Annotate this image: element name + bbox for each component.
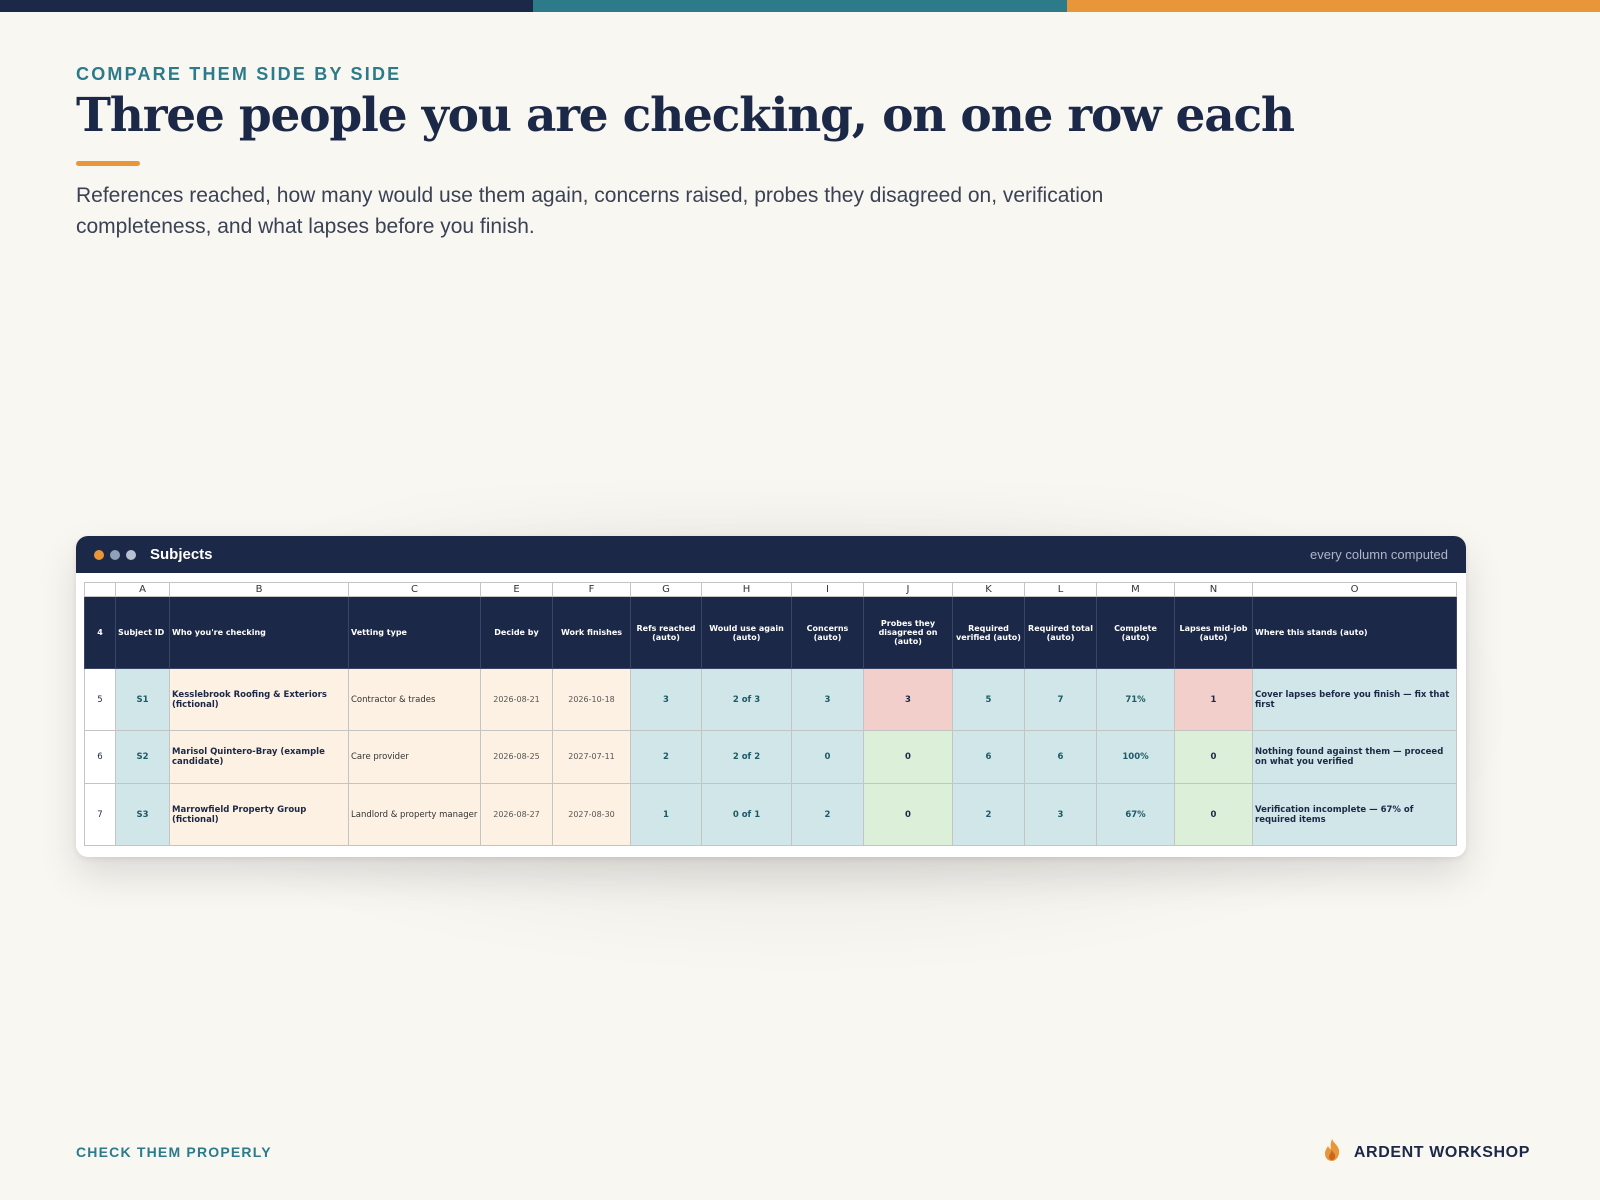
decide-by-cell[interactable]: 2026-08-27 <box>480 783 553 846</box>
complete-cell[interactable]: 100% <box>1096 730 1175 784</box>
header-cell[interactable]: Who you're checking <box>169 596 349 669</box>
column-letter[interactable]: L <box>1024 582 1097 597</box>
accent-bar <box>0 0 1600 12</box>
refs-reached-cell[interactable]: 1 <box>630 783 702 846</box>
probes-disagreed-cell[interactable]: 3 <box>863 668 953 731</box>
header-cell[interactable]: Vetting type <box>348 596 481 669</box>
refs-reached-cell[interactable]: 3 <box>630 668 702 731</box>
header-cell[interactable]: Refs reached (auto) <box>630 596 702 669</box>
window-titlebar: Subjects every column computed <box>76 536 1466 573</box>
header-cell[interactable]: Would use again (auto) <box>701 596 792 669</box>
brand-name: ARDENT WORKSHOP <box>1353 1143 1530 1161</box>
minimize-dot-icon[interactable] <box>110 549 120 560</box>
column-letter[interactable]: K <box>952 582 1025 597</box>
concerns-cell[interactable]: 0 <box>791 730 864 784</box>
column-letter[interactable]: M <box>1096 582 1175 597</box>
subject-name-cell[interactable]: Marisol Quintero-Bray (example candidate… <box>169 730 349 784</box>
header-cell[interactable]: Decide by <box>480 596 553 669</box>
column-letter[interactable]: N <box>1174 582 1253 597</box>
spreadsheet-window: Subjects every column computed A B C E F… <box>76 536 1466 857</box>
table-row: 6 S2 Marisol Quintero-Bray (example cand… <box>84 730 1457 784</box>
header-cell[interactable]: Where this stands (auto) <box>1252 596 1457 669</box>
column-letter[interactable]: A <box>115 582 170 597</box>
subject-id-cell[interactable]: S2 <box>115 730 170 784</box>
window-controls <box>94 549 136 560</box>
concerns-cell[interactable]: 2 <box>791 783 864 846</box>
refs-reached-cell[interactable]: 2 <box>630 730 702 784</box>
decide-by-cell[interactable]: 2026-08-21 <box>480 668 553 731</box>
column-letter[interactable]: C <box>348 582 481 597</box>
header-cell[interactable]: Work finishes <box>552 596 631 669</box>
header-cell[interactable]: Subject ID <box>115 596 170 669</box>
column-letters-row: A B C E F G H I J K L M N O <box>84 582 1457 597</box>
header-cell[interactable]: Probes they disagreed on (auto) <box>863 596 953 669</box>
probes-disagreed-cell[interactable]: 0 <box>863 730 953 784</box>
complete-cell[interactable]: 67% <box>1096 783 1175 846</box>
column-letter[interactable]: J <box>863 582 953 597</box>
probes-disagreed-cell[interactable]: 0 <box>863 783 953 846</box>
brand-lockup[interactable]: ARDENT WORKSHOP <box>1322 1138 1530 1167</box>
subjects-sheet[interactable]: A B C E F G H I J K L M N O 4 Subject ID… <box>84 582 1457 846</box>
status-cell[interactable]: Verification incomplete — 67% of require… <box>1252 783 1457 846</box>
header-cell[interactable]: Required verified (auto) <box>952 596 1025 669</box>
column-letter[interactable]: B <box>169 582 349 597</box>
column-letter[interactable]: F <box>552 582 631 597</box>
column-letter[interactable]: O <box>1252 582 1457 597</box>
table-row: 7 S3 Marrowfield Property Group (fiction… <box>84 783 1457 846</box>
required-total-cell[interactable]: 7 <box>1024 668 1097 731</box>
would-use-again-cell[interactable]: 2 of 3 <box>701 668 792 731</box>
concerns-cell[interactable]: 3 <box>791 668 864 731</box>
lapses-cell[interactable]: 0 <box>1174 730 1253 784</box>
header-cell[interactable]: Required total (auto) <box>1024 596 1097 669</box>
window-note: every column computed <box>1309 547 1448 562</box>
window-title: Subjects <box>150 546 213 563</box>
row-number[interactable]: 7 <box>84 783 116 846</box>
required-verified-cell[interactable]: 2 <box>952 783 1025 846</box>
subject-name-cell[interactable]: Marrowfield Property Group (fictional) <box>169 783 349 846</box>
subject-id-cell[interactable]: S3 <box>115 783 170 846</box>
column-letter[interactable]: I <box>791 582 864 597</box>
required-verified-cell[interactable]: 6 <box>952 730 1025 784</box>
footer-tagline: CHECK THEM PROPERLY <box>76 1144 272 1160</box>
column-letter[interactable]: E <box>480 582 553 597</box>
close-dot-icon[interactable] <box>94 549 104 560</box>
row-number[interactable]: 6 <box>84 730 116 784</box>
status-cell[interactable]: Nothing found against them — proceed on … <box>1252 730 1457 784</box>
row-number[interactable]: 4 <box>84 596 116 669</box>
table-row: 5 S1 Kesslebrook Roofing & Exteriors (fi… <box>84 668 1457 731</box>
required-verified-cell[interactable]: 5 <box>952 668 1025 731</box>
work-finishes-cell[interactable]: 2027-08-30 <box>552 783 631 846</box>
required-total-cell[interactable]: 3 <box>1024 783 1097 846</box>
header-row: 4 Subject ID Who you're checking Vetting… <box>84 596 1457 669</box>
status-cell[interactable]: Cover lapses before you finish — fix tha… <box>1252 668 1457 731</box>
row-number[interactable]: 5 <box>84 668 116 731</box>
header-cell[interactable]: Complete (auto) <box>1096 596 1175 669</box>
lapses-cell[interactable]: 0 <box>1174 783 1253 846</box>
would-use-again-cell[interactable]: 0 of 1 <box>701 783 792 846</box>
header-cell[interactable]: Lapses mid-job (auto) <box>1174 596 1253 669</box>
complete-cell[interactable]: 71% <box>1096 668 1175 731</box>
column-letter[interactable]: H <box>701 582 792 597</box>
corner-cell[interactable] <box>84 582 116 597</box>
page-title: Three people you are checking, on one ro… <box>76 88 1295 143</box>
work-finishes-cell[interactable]: 2027-07-11 <box>552 730 631 784</box>
subject-name-cell[interactable]: Kesslebrook Roofing & Exteriors (fiction… <box>169 668 349 731</box>
decide-by-cell[interactable]: 2026-08-25 <box>480 730 553 784</box>
eyebrow: COMPARE THEM SIDE BY SIDE <box>76 64 402 84</box>
vetting-type-cell[interactable]: Landlord & property manager <box>348 783 481 846</box>
vetting-type-cell[interactable]: Care provider <box>348 730 481 784</box>
would-use-again-cell[interactable]: 2 of 2 <box>701 730 792 784</box>
header-cell[interactable]: Concerns (auto) <box>791 596 864 669</box>
column-letter[interactable]: G <box>630 582 702 597</box>
lapses-cell[interactable]: 1 <box>1174 668 1253 731</box>
vetting-type-cell[interactable]: Contractor & trades <box>348 668 481 731</box>
title-underline <box>76 161 140 166</box>
required-total-cell[interactable]: 6 <box>1024 730 1097 784</box>
subject-id-cell[interactable]: S1 <box>115 668 170 731</box>
maximize-dot-icon[interactable] <box>126 549 136 560</box>
flame-icon <box>1322 1138 1342 1167</box>
work-finishes-cell[interactable]: 2026-10-18 <box>552 668 631 731</box>
page-subtitle: References reached, how many would use t… <box>76 184 1104 238</box>
